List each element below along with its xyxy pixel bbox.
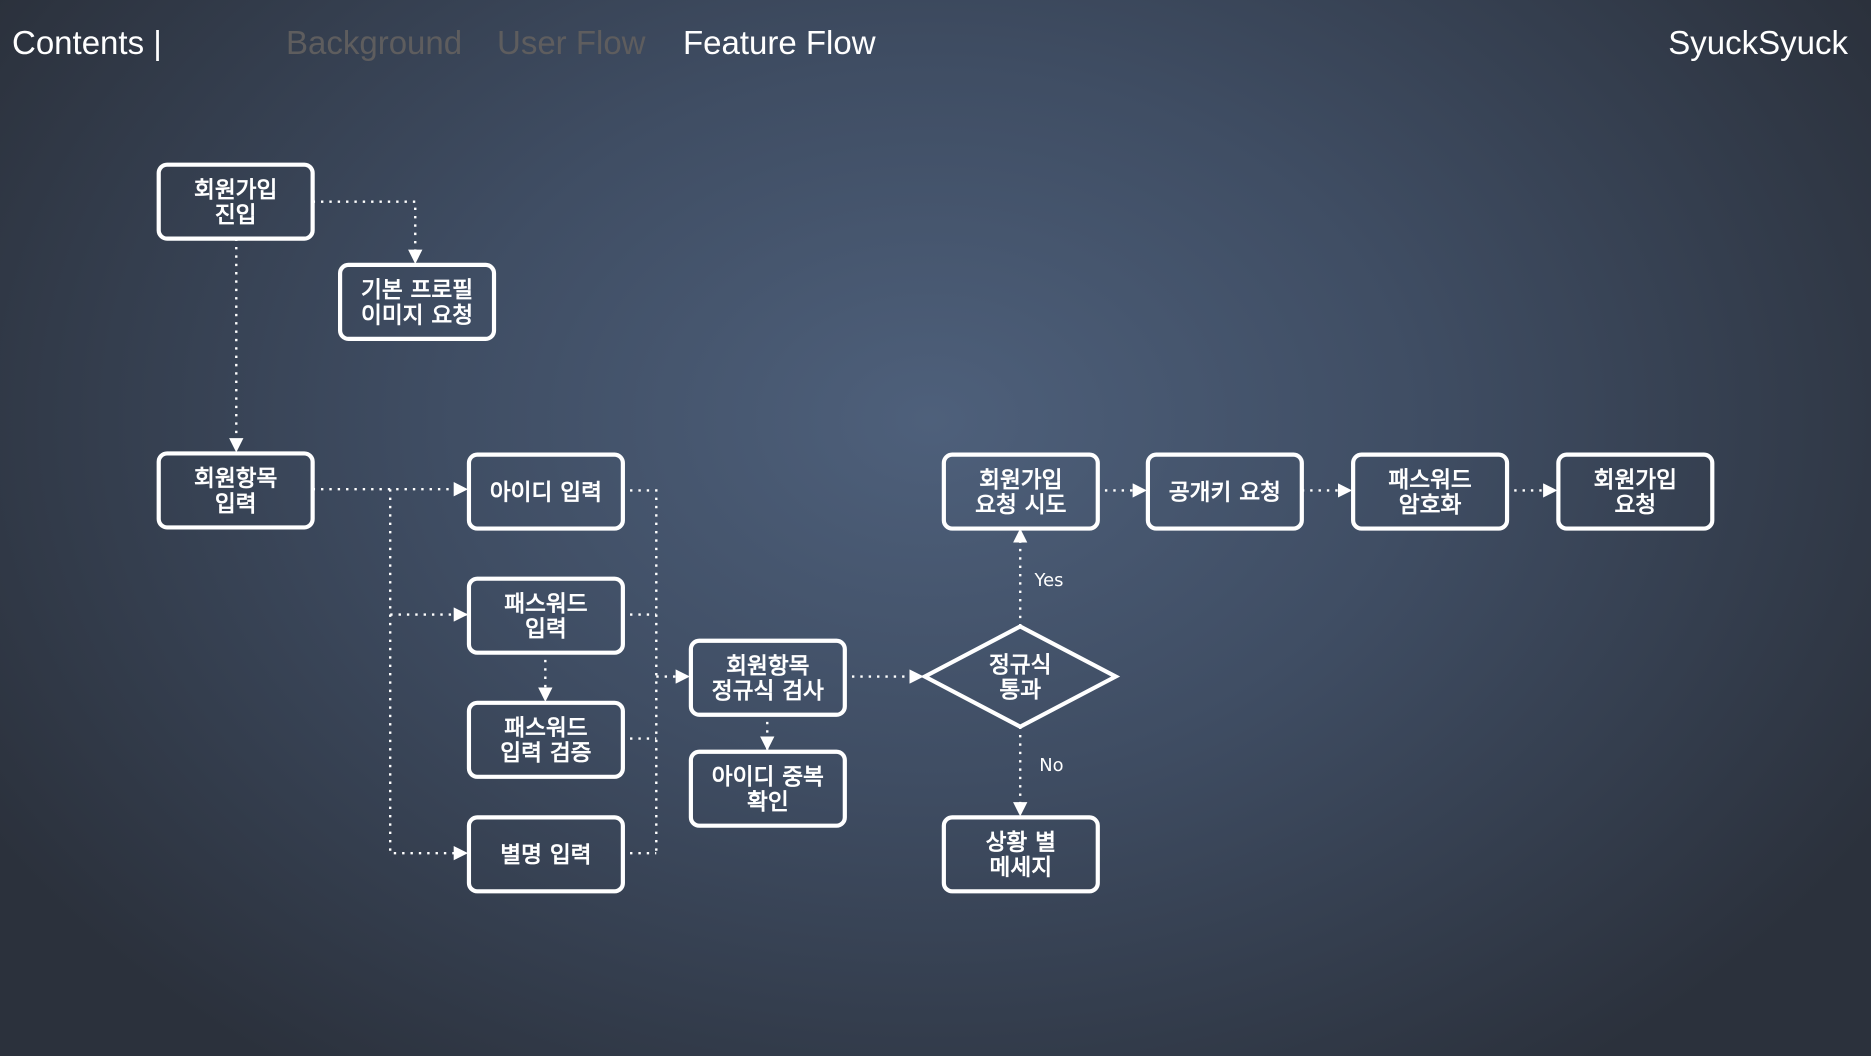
- node-regex-pass: 정규식통과: [920, 624, 1121, 730]
- node-label: 회원가입: [194, 177, 277, 203]
- node-password-input: 패스워드입력: [466, 576, 625, 655]
- node-label: 입력: [525, 617, 567, 643]
- edge-id-to-merge: [621, 489, 658, 854]
- node-default-profile: 기본 프로필이미지 요청: [337, 262, 497, 341]
- node-label: 상황 별: [986, 830, 1056, 856]
- node-signup-request: 회원가입요청: [1556, 452, 1715, 531]
- node-id-input: 아이디 입력: [466, 452, 625, 531]
- node-label: 암호화: [1399, 492, 1462, 518]
- node-password-encrypt: 패스워드암호화: [1351, 452, 1510, 531]
- node-label: 회원가입: [1594, 467, 1677, 493]
- node-label: 회원가입: [979, 467, 1062, 493]
- feature-flow-diagram: 회원가입진입기본 프로필이미지 요청회원항목입력 아이디 입력패스워드입력패스워드…: [156, 162, 1715, 894]
- node-label: 이미지 요청: [361, 303, 473, 329]
- edge-label-no: No: [1039, 755, 1063, 776]
- node-nickname-input: 별명 입력: [466, 815, 625, 894]
- edge-signup-to-profile: [312, 200, 423, 264]
- edge-member-to-nickname: [389, 614, 468, 861]
- node-situation-message: 상황 별메세지: [941, 815, 1100, 894]
- node-label: 요청: [1614, 492, 1656, 518]
- node-label: 회원항목: [194, 466, 278, 492]
- node-signup-entry: 회원가입진입: [156, 162, 315, 241]
- node-label: 회원항목: [726, 654, 810, 680]
- node-label: 통과: [999, 677, 1041, 703]
- node-label: 확인: [747, 790, 789, 816]
- node-label: 패스워드: [504, 716, 588, 742]
- node-label: 패스워드: [1388, 467, 1472, 493]
- node-label: 정규식: [989, 652, 1052, 678]
- node-password-verify: 패스워드입력 검증: [466, 700, 625, 779]
- node-label: 아이디 입력: [490, 480, 602, 506]
- node-public-key: 공개키 요청: [1145, 452, 1304, 531]
- edge-member-to-password: [389, 489, 468, 622]
- node-label: 기본 프로필: [361, 278, 473, 304]
- node-label: 패스워드: [504, 592, 588, 618]
- node-label: 별명 입력: [500, 843, 591, 869]
- node-label: 정규식 검사: [712, 679, 824, 705]
- node-label: 공개키 요청: [1169, 480, 1281, 506]
- node-id-duplicate: 아이디 중복확인: [688, 749, 847, 828]
- node-label: 진입: [215, 203, 257, 229]
- node-member-input: 회원항목입력: [156, 451, 315, 530]
- node-signup-attempt: 회원가입요청 시도: [941, 452, 1100, 531]
- node-label: 메세지: [990, 855, 1053, 881]
- node-label: 요청 시도: [975, 492, 1066, 518]
- node-label: 아이디 중복: [712, 765, 824, 791]
- node-regex-check: 회원항목정규식 검사: [688, 638, 847, 717]
- node-label: 입력 검증: [500, 741, 591, 767]
- edge-label-yes: Yes: [1034, 570, 1064, 591]
- node-label: 입력: [215, 491, 257, 517]
